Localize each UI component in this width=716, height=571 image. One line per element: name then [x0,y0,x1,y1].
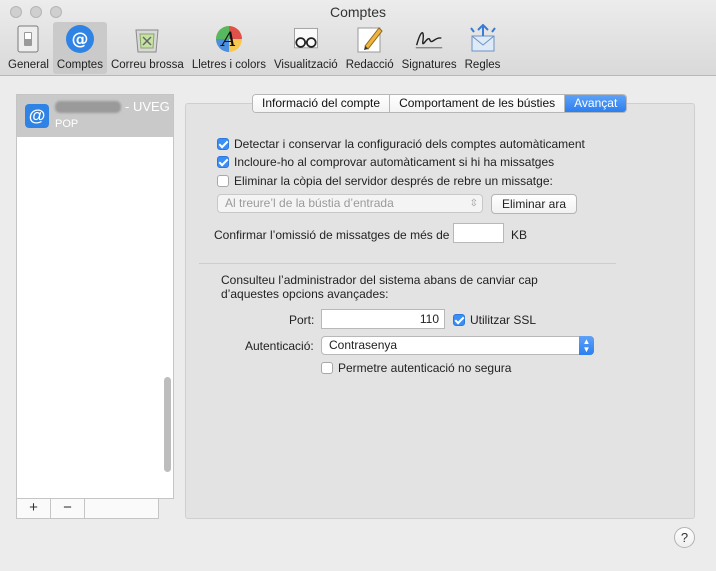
switch-icon [13,24,43,54]
select-value: Al treure’l de la bústia d’entrada [225,196,394,210]
delete-copy-checkbox[interactable]: Eliminar la còpia del servidor després d… [217,174,553,188]
delete-when-select: Al treure’l de la bústia d’entrada ⇳ [217,194,483,213]
preferences-window: Comptes General @ Comptes Correu brossa [0,0,716,571]
toolbar-rules[interactable]: Regles [461,22,505,74]
checkbox-box[interactable] [217,175,229,187]
accounts-list[interactable]: @ - UVEG POP [16,94,174,499]
signature-icon [414,24,444,54]
remove-account-button[interactable]: − [51,499,85,518]
checkbox-box[interactable] [321,362,333,374]
window-title: Comptes [329,4,387,20]
font-icon: A [214,24,244,54]
checkbox-box[interactable] [217,156,229,168]
at-sign-icon: @ [25,104,49,128]
stepper-arrows-icon: ⇳ [469,198,478,209]
tab-mailbox-behaviors[interactable]: Comportament de les bústies [390,95,566,112]
port-label: Port: [289,313,315,327]
account-list-buttons: + − [16,499,159,519]
redacted-account-name [55,101,121,113]
pencil-icon [355,24,385,54]
delete-now-button[interactable]: Eliminar ara [491,194,577,214]
stepper-arrows-icon: ▲ ▼ [579,336,594,355]
toolbar-label: Signatures [401,59,457,71]
admin-notice-line2: d’aquestes opcions avançades: [221,287,389,301]
allow-insecure-auth-checkbox[interactable]: Permetre autenticació no segura [321,361,511,375]
toolbar-label: Visualització [273,59,338,71]
at-sign-icon: @ [65,24,95,54]
divider [199,263,616,264]
title-bar: Comptes General @ Comptes Correu brossa [0,0,716,76]
scrollbar[interactable] [164,377,171,472]
toolbar: General @ Comptes Correu brossa A Lletre… [4,22,504,74]
checkbox-label: Eliminar la còpia del servidor després d… [234,174,553,188]
rules-icon [468,24,498,54]
toolbar-label: General [8,59,49,71]
checkbox-label: Incloure-ho al comprovar automàticament … [234,155,555,169]
tab-account-information[interactable]: Informació del compte [253,95,391,112]
omit-unit-label: KB [511,228,528,242]
toolbar-label: Regles [464,59,501,71]
toolbar-label: Correu brossa [110,59,184,71]
omit-messages-label: Confirmar l’omissió de missatges de més … [214,228,450,242]
detect-config-checkbox[interactable]: Detectar i conservar la configuració del… [217,137,585,151]
checkbox-label: Utilitzar SSL [470,313,537,327]
tab-bar: Informació del compte Comportament de le… [252,94,628,113]
toolbar-composing[interactable]: Redacció [342,22,398,74]
trash-icon [132,24,162,54]
toolbar-signatures[interactable]: Signatures [398,22,461,74]
toolbar-label: Redacció [345,59,394,71]
toolbar-general[interactable]: General [4,22,53,74]
account-item[interactable]: @ - UVEG POP [17,95,173,137]
toolbar-accounts[interactable]: @ Comptes [52,22,107,74]
help-button[interactable]: ? [674,527,695,548]
include-check-checkbox[interactable]: Incloure-ho al comprovar automàticament … [217,155,554,169]
glasses-icon [291,24,321,54]
checkbox-label: Permetre autenticació no segura [338,361,512,375]
port-input[interactable]: 110 [321,309,445,329]
authentication-label: Autenticació: [245,339,314,353]
account-type: POP [55,118,79,130]
select-value: Contrasenya [329,338,398,352]
svg-text:A: A [220,27,236,51]
use-ssl-checkbox[interactable]: Utilitzar SSL [453,313,536,327]
checkbox-label: Detectar i conservar la configuració del… [234,137,585,151]
authentication-select[interactable]: Contrasenya ▲ ▼ [321,336,594,355]
account-name: - UVEG [125,99,170,114]
tab-advanced[interactable]: Avançat [565,95,627,112]
toolbar-label: Comptes [56,59,103,71]
add-account-button[interactable]: + [17,499,51,518]
checkbox-box[interactable] [453,314,465,326]
toolbar-fonts-colors[interactable]: A Lletres i colors [188,22,270,74]
toolbar-junk-mail[interactable]: Correu brossa [107,22,188,74]
toolbar-viewing[interactable]: Visualització [270,22,342,74]
toolbar-label: Lletres i colors [191,59,266,71]
checkbox-box[interactable] [217,138,229,150]
svg-text:@: @ [71,30,88,50]
omit-size-input[interactable] [453,223,504,243]
admin-notice-line1: Consulteu l’administrador del sistema ab… [221,273,538,287]
